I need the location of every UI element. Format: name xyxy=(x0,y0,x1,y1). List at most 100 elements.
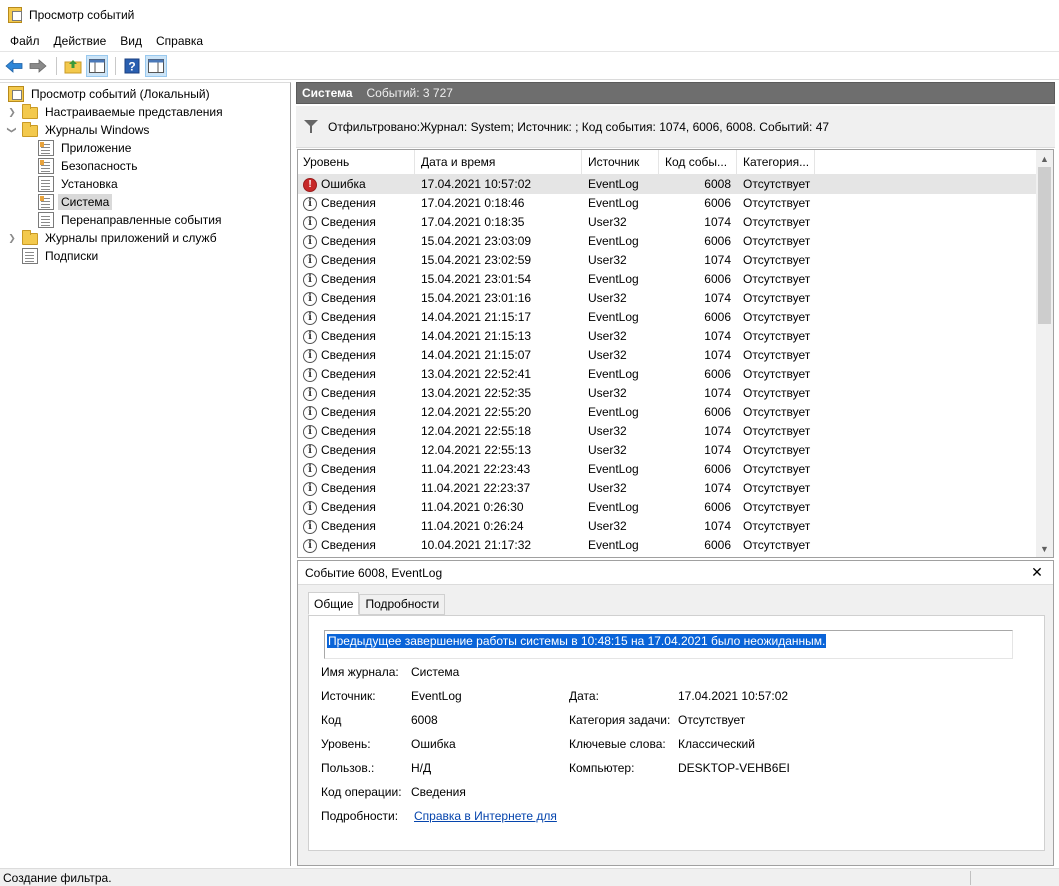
tree-item[interactable]: Просмотр событий (Локальный) xyxy=(4,85,213,103)
tree-item[interactable]: ❯ Журналы Windows xyxy=(6,121,152,139)
scroll-up-icon[interactable]: ▲ xyxy=(1036,150,1053,167)
field-value: EventLog xyxy=(411,689,462,703)
cell-level: i Сведения xyxy=(298,251,415,270)
table-row[interactable]: i Сведения 17.04.2021 0:18:46 EventLog 6006 О… xyxy=(298,194,1037,213)
cell-level: i Сведения xyxy=(298,479,415,498)
cell-datetime: 10.04.2021 21:17:32 xyxy=(421,538,532,552)
field-label: Код xyxy=(321,713,342,727)
back-button[interactable] xyxy=(3,55,25,77)
table-row[interactable]: i Сведения 17.04.2021 0:18:35 User32 1074 Отс… xyxy=(298,213,1037,232)
show-action-pane-button[interactable] xyxy=(145,55,167,77)
table-row[interactable]: i Сведения 15.04.2021 23:01:54 EventLog 6006… xyxy=(298,270,1037,289)
up-folder-button[interactable] xyxy=(62,55,84,77)
table-row[interactable]: i Сведения 12.04.2021 22:55:20 EventLog 6006… xyxy=(298,403,1037,422)
level-text: Сведения xyxy=(321,215,376,229)
cell-source: EventLog xyxy=(588,196,639,210)
cell-datetime: 11.04.2021 22:23:37 xyxy=(421,481,531,495)
cell-source: EventLog xyxy=(588,272,639,286)
table-row[interactable]: i Сведения 15.04.2021 23:03:09 EventLog 6006… xyxy=(298,232,1037,251)
event-description[interactable]: Предыдущее завершение работы системы в 1… xyxy=(324,630,1013,659)
table-row[interactable]: i Сведения 14.04.2021 21:15:13 User32 1074 От… xyxy=(298,327,1037,346)
cell-category: Отсутствует xyxy=(743,500,811,514)
column-event-id[interactable]: Код собы... xyxy=(659,150,737,175)
log-icon xyxy=(38,212,54,228)
tree-item[interactable]: ❯ Журналы приложений и служб xyxy=(6,229,220,247)
tab-general[interactable]: Общие xyxy=(308,592,360,615)
show-hide-tree-button[interactable] xyxy=(86,55,108,77)
menu-help[interactable]: Справка xyxy=(149,31,210,51)
details-title: Событие 6008, EventLog xyxy=(305,565,443,580)
table-row[interactable]: i Сведения 12.04.2021 22:55:18 User32 1074 От… xyxy=(298,422,1037,441)
tab-details[interactable]: Подробности xyxy=(359,594,446,615)
level-text: Сведения xyxy=(321,519,376,533)
column-level[interactable]: Уровень xyxy=(298,150,415,175)
vertical-scrollbar[interactable]: ▲ ▼ xyxy=(1036,150,1053,557)
menu-view[interactable]: Вид xyxy=(113,31,149,51)
close-icon[interactable]: ✕ xyxy=(1029,564,1045,580)
field-label: Пользов.: xyxy=(321,761,375,775)
table-row[interactable]: i Сведения 13.04.2021 22:52:41 EventLog 6006… xyxy=(298,365,1037,384)
cell-source: EventLog xyxy=(588,538,639,552)
console-tree: Просмотр событий (Локальный) ❯ Настраиваем… xyxy=(0,82,291,866)
tree-item[interactable]: Установка xyxy=(38,175,121,193)
table-row[interactable]: i Сведения 11.04.2021 0:26:24 User32 1074 Отс… xyxy=(298,517,1037,536)
status-text: Создание фильтра. xyxy=(3,870,112,885)
column-datetime[interactable]: Дата и время xyxy=(415,150,582,175)
field-label: Категория задачи: xyxy=(569,713,671,727)
table-row[interactable]: i Сведения 14.04.2021 21:15:17 EventLog 6006… xyxy=(298,308,1037,327)
cell-source: User32 xyxy=(588,386,627,400)
log-icon xyxy=(38,158,54,174)
status-bar: Создание фильтра. xyxy=(0,868,1059,886)
column-source[interactable]: Источник xyxy=(582,150,659,175)
tree-item[interactable]: Система xyxy=(38,193,113,211)
tree-item[interactable]: Безопасность xyxy=(38,157,141,175)
menu-action[interactable]: Действие xyxy=(47,31,114,51)
scroll-thumb[interactable] xyxy=(1038,167,1051,324)
table-row[interactable]: i Сведения 12.04.2021 22:55:13 User32 1074 От… xyxy=(298,441,1037,460)
table-row[interactable]: i Сведения 10.04.2021 21:17:32 EventLog 6006… xyxy=(298,536,1037,555)
cell-source: EventLog xyxy=(588,310,639,324)
tree-item-label: Система xyxy=(58,194,113,210)
cell-datetime: 14.04.2021 21:15:17 xyxy=(421,310,532,324)
cell-event-id: 6006 xyxy=(704,405,731,419)
cell-level: i Сведения xyxy=(298,441,415,460)
toolbar-separator xyxy=(115,57,116,75)
column-category[interactable]: Категория... xyxy=(737,150,815,175)
help-button[interactable]: ? xyxy=(121,55,143,77)
log-header: Система Событий: 3 727 xyxy=(296,82,1055,104)
chevron-right-icon[interactable]: ❯ xyxy=(6,229,18,247)
tree-item[interactable]: Подписки xyxy=(6,247,101,265)
table-row[interactable]: ! Ошибка 17.04.2021 10:57:02 EventLog 6008 От… xyxy=(298,175,1037,194)
table-row[interactable]: i Сведения 13.04.2021 22:52:35 User32 1074 От… xyxy=(298,384,1037,403)
menu-file[interactable]: Файл xyxy=(3,31,47,51)
table-row[interactable]: i Сведения 15.04.2021 23:01:16 User32 1074 От… xyxy=(298,289,1037,308)
info-icon: i xyxy=(303,481,317,496)
table-row[interactable]: i Сведения 14.04.2021 21:15:07 User32 1074 От… xyxy=(298,346,1037,365)
cell-event-id: 6008 xyxy=(704,177,731,191)
window-title: Просмотр событий xyxy=(29,8,135,22)
tree-item[interactable]: ❯ Настраиваемые представления xyxy=(6,103,226,121)
cell-source: EventLog xyxy=(588,177,639,191)
online-help-link[interactable]: Справка в Интернете для xyxy=(414,809,557,823)
cell-source: User32 xyxy=(588,481,627,495)
tree-item[interactable]: Перенаправленные события xyxy=(38,211,224,229)
forward-button[interactable] xyxy=(27,55,49,77)
cell-source: User32 xyxy=(588,424,627,438)
log-name: Система xyxy=(302,86,353,100)
cell-event-id: 6006 xyxy=(704,310,731,324)
level-text: Сведения xyxy=(321,367,376,381)
table-row[interactable]: i Сведения 11.04.2021 22:23:37 User32 1074 От… xyxy=(298,479,1037,498)
table-row[interactable]: i Сведения 11.04.2021 22:23:43 EventLog 6006… xyxy=(298,460,1037,479)
folder-icon xyxy=(22,230,38,245)
description-text: Предыдущее завершение работы системы в 1… xyxy=(327,634,827,648)
tree-item[interactable]: Приложение xyxy=(38,139,134,157)
table-row[interactable]: i Сведения 15.04.2021 23:02:59 User32 1074 От… xyxy=(298,251,1037,270)
cell-source: User32 xyxy=(588,329,627,343)
cell-source: User32 xyxy=(588,348,627,362)
tree-item-label: Установка xyxy=(61,177,118,191)
chevron-right-icon[interactable]: ❯ xyxy=(6,103,18,121)
scroll-down-icon[interactable]: ▼ xyxy=(1036,540,1053,557)
cell-category: Отсутствует xyxy=(743,462,811,476)
table-row[interactable]: i Сведения 11.04.2021 0:26:30 EventLog 6006 О… xyxy=(298,498,1037,517)
chevron-down-icon[interactable]: ❯ xyxy=(3,124,21,136)
